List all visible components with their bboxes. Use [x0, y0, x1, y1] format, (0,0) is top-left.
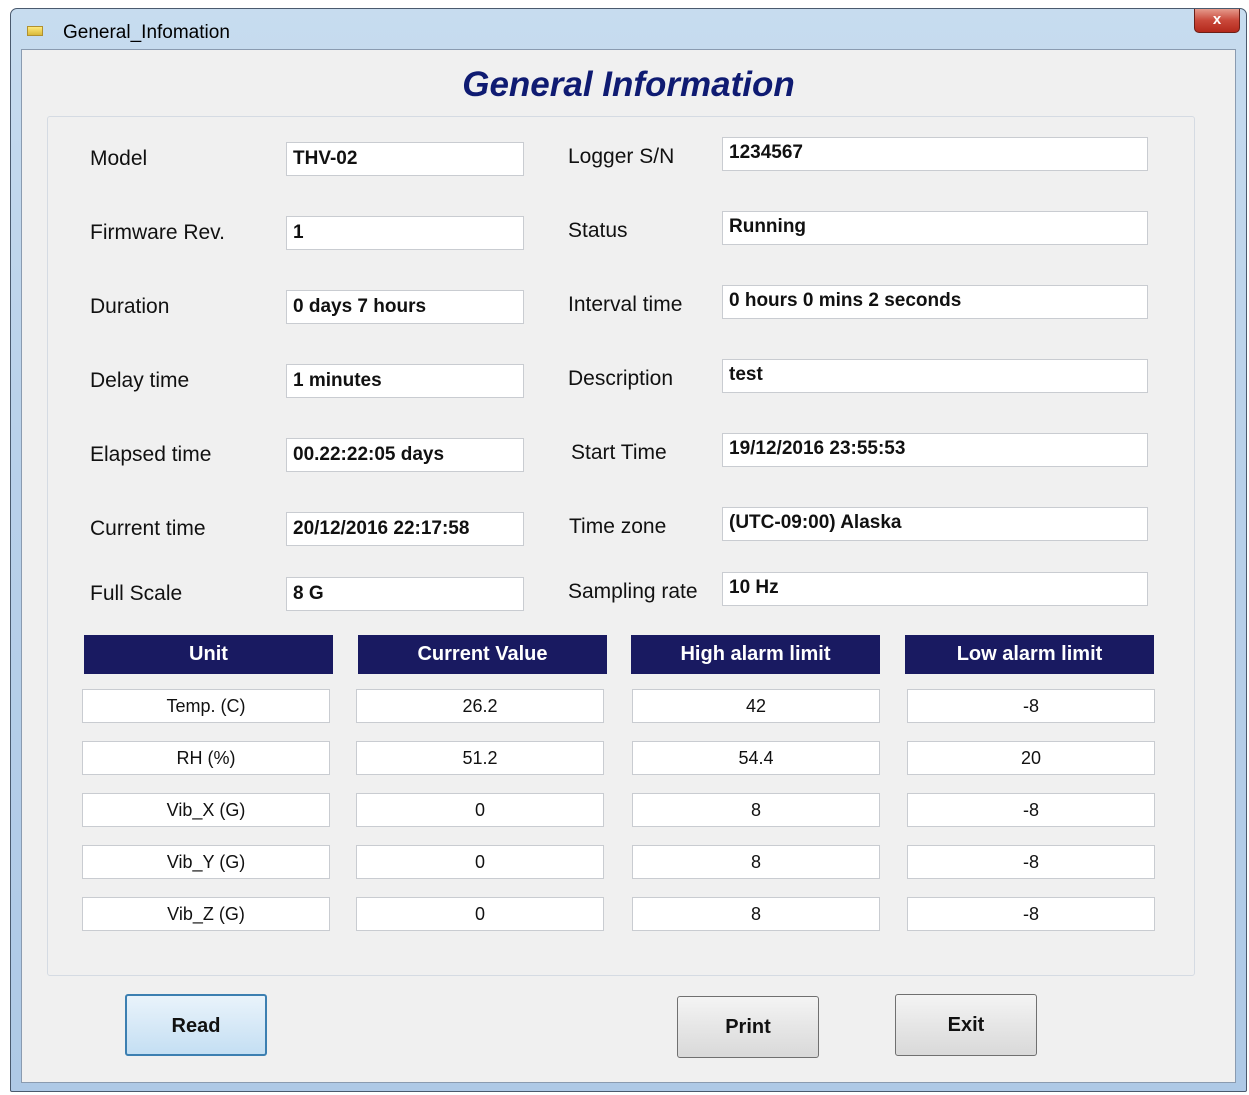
duration-label: Duration — [90, 295, 170, 318]
delay-time-label: Delay time — [90, 369, 190, 392]
table-cell-high-limit[interactable]: 42 — [632, 689, 880, 723]
description-field[interactable]: test — [722, 359, 1148, 393]
description-label: Description — [568, 367, 674, 390]
table-cell-high-limit[interactable]: 8 — [632, 897, 880, 931]
current-time-label: Current time — [90, 517, 206, 540]
interval-time-label: Interval time — [568, 293, 683, 316]
table-cell-high-limit[interactable]: 8 — [632, 793, 880, 827]
table-cell-high-limit[interactable]: 54.4 — [632, 741, 880, 775]
current-time-field[interactable]: 20/12/2016 22:17:58 — [286, 512, 524, 546]
table-cell-unit: Vib_X (G) — [82, 793, 330, 827]
header-low-alarm-limit: Low alarm limit — [905, 635, 1154, 674]
start-time-field[interactable]: 19/12/2016 23:55:53 — [722, 433, 1148, 467]
full-scale-label: Full Scale — [90, 582, 183, 605]
table-cell-low-limit[interactable]: -8 — [907, 689, 1155, 723]
table-cell-unit: Vib_Z (G) — [82, 897, 330, 931]
table-cell-current-value: 0 — [356, 793, 604, 827]
firmware-label: Firmware Rev. — [90, 221, 225, 244]
sampling-rate-label: Sampling rate — [568, 580, 698, 603]
client-area: General Information Model THV-02 Firmwar… — [21, 49, 1236, 1083]
status-label: Status — [568, 219, 628, 242]
table-cell-unit: Vib_Y (G) — [82, 845, 330, 879]
sampling-rate-field[interactable]: 10 Hz — [722, 572, 1148, 606]
header-current-value: Current Value — [358, 635, 607, 674]
table-cell-low-limit[interactable]: -8 — [907, 845, 1155, 879]
exit-button[interactable]: Exit — [895, 994, 1037, 1056]
table-cell-low-limit[interactable]: -8 — [907, 897, 1155, 931]
model-field[interactable]: THV-02 — [286, 142, 524, 176]
header-unit: Unit — [84, 635, 333, 674]
window-title: General_Infomation — [63, 22, 230, 43]
table-cell-current-value: 26.2 — [356, 689, 604, 723]
table-cell-current-value: 0 — [356, 897, 604, 931]
table-cell-low-limit[interactable]: -8 — [907, 793, 1155, 827]
delay-time-field[interactable]: 1 minutes — [286, 364, 524, 398]
status-field[interactable]: Running — [722, 211, 1148, 245]
logger-sn-label: Logger S/N — [568, 145, 675, 168]
time-zone-label: Time zone — [569, 515, 667, 538]
elapsed-time-label: Elapsed time — [90, 443, 212, 466]
app-icon — [27, 26, 43, 36]
table-cell-low-limit[interactable]: 20 — [907, 741, 1155, 775]
info-group: Model THV-02 Firmware Rev. 1 Duration 0 … — [47, 116, 1195, 976]
elapsed-time-field[interactable]: 00.22:22:05 days — [286, 438, 524, 472]
title-bar[interactable]: General_Infomation x — [11, 9, 1246, 51]
time-zone-field[interactable]: (UTC-09:00) Alaska — [722, 507, 1148, 541]
main-window: General_Infomation x General Information… — [10, 8, 1247, 1092]
firmware-field[interactable]: 1 — [286, 216, 524, 250]
print-button[interactable]: Print — [677, 996, 819, 1058]
close-button[interactable]: x — [1194, 9, 1240, 33]
table-cell-current-value: 0 — [356, 845, 604, 879]
table-cell-high-limit[interactable]: 8 — [632, 845, 880, 879]
table-cell-current-value: 51.2 — [356, 741, 604, 775]
interval-time-field[interactable]: 0 hours 0 mins 2 seconds — [722, 285, 1148, 319]
table-cell-unit: RH (%) — [82, 741, 330, 775]
full-scale-field[interactable]: 8 G — [286, 577, 524, 611]
header-high-alarm-limit: High alarm limit — [631, 635, 880, 674]
start-time-label: Start Time — [571, 441, 667, 464]
model-label: Model — [90, 147, 148, 170]
duration-field[interactable]: 0 days 7 hours — [286, 290, 524, 324]
logger-sn-field[interactable]: 1234567 — [722, 137, 1148, 171]
table-cell-unit: Temp. (C) — [82, 689, 330, 723]
read-button[interactable]: Read — [125, 994, 267, 1056]
page-title: General Information — [462, 65, 795, 104]
